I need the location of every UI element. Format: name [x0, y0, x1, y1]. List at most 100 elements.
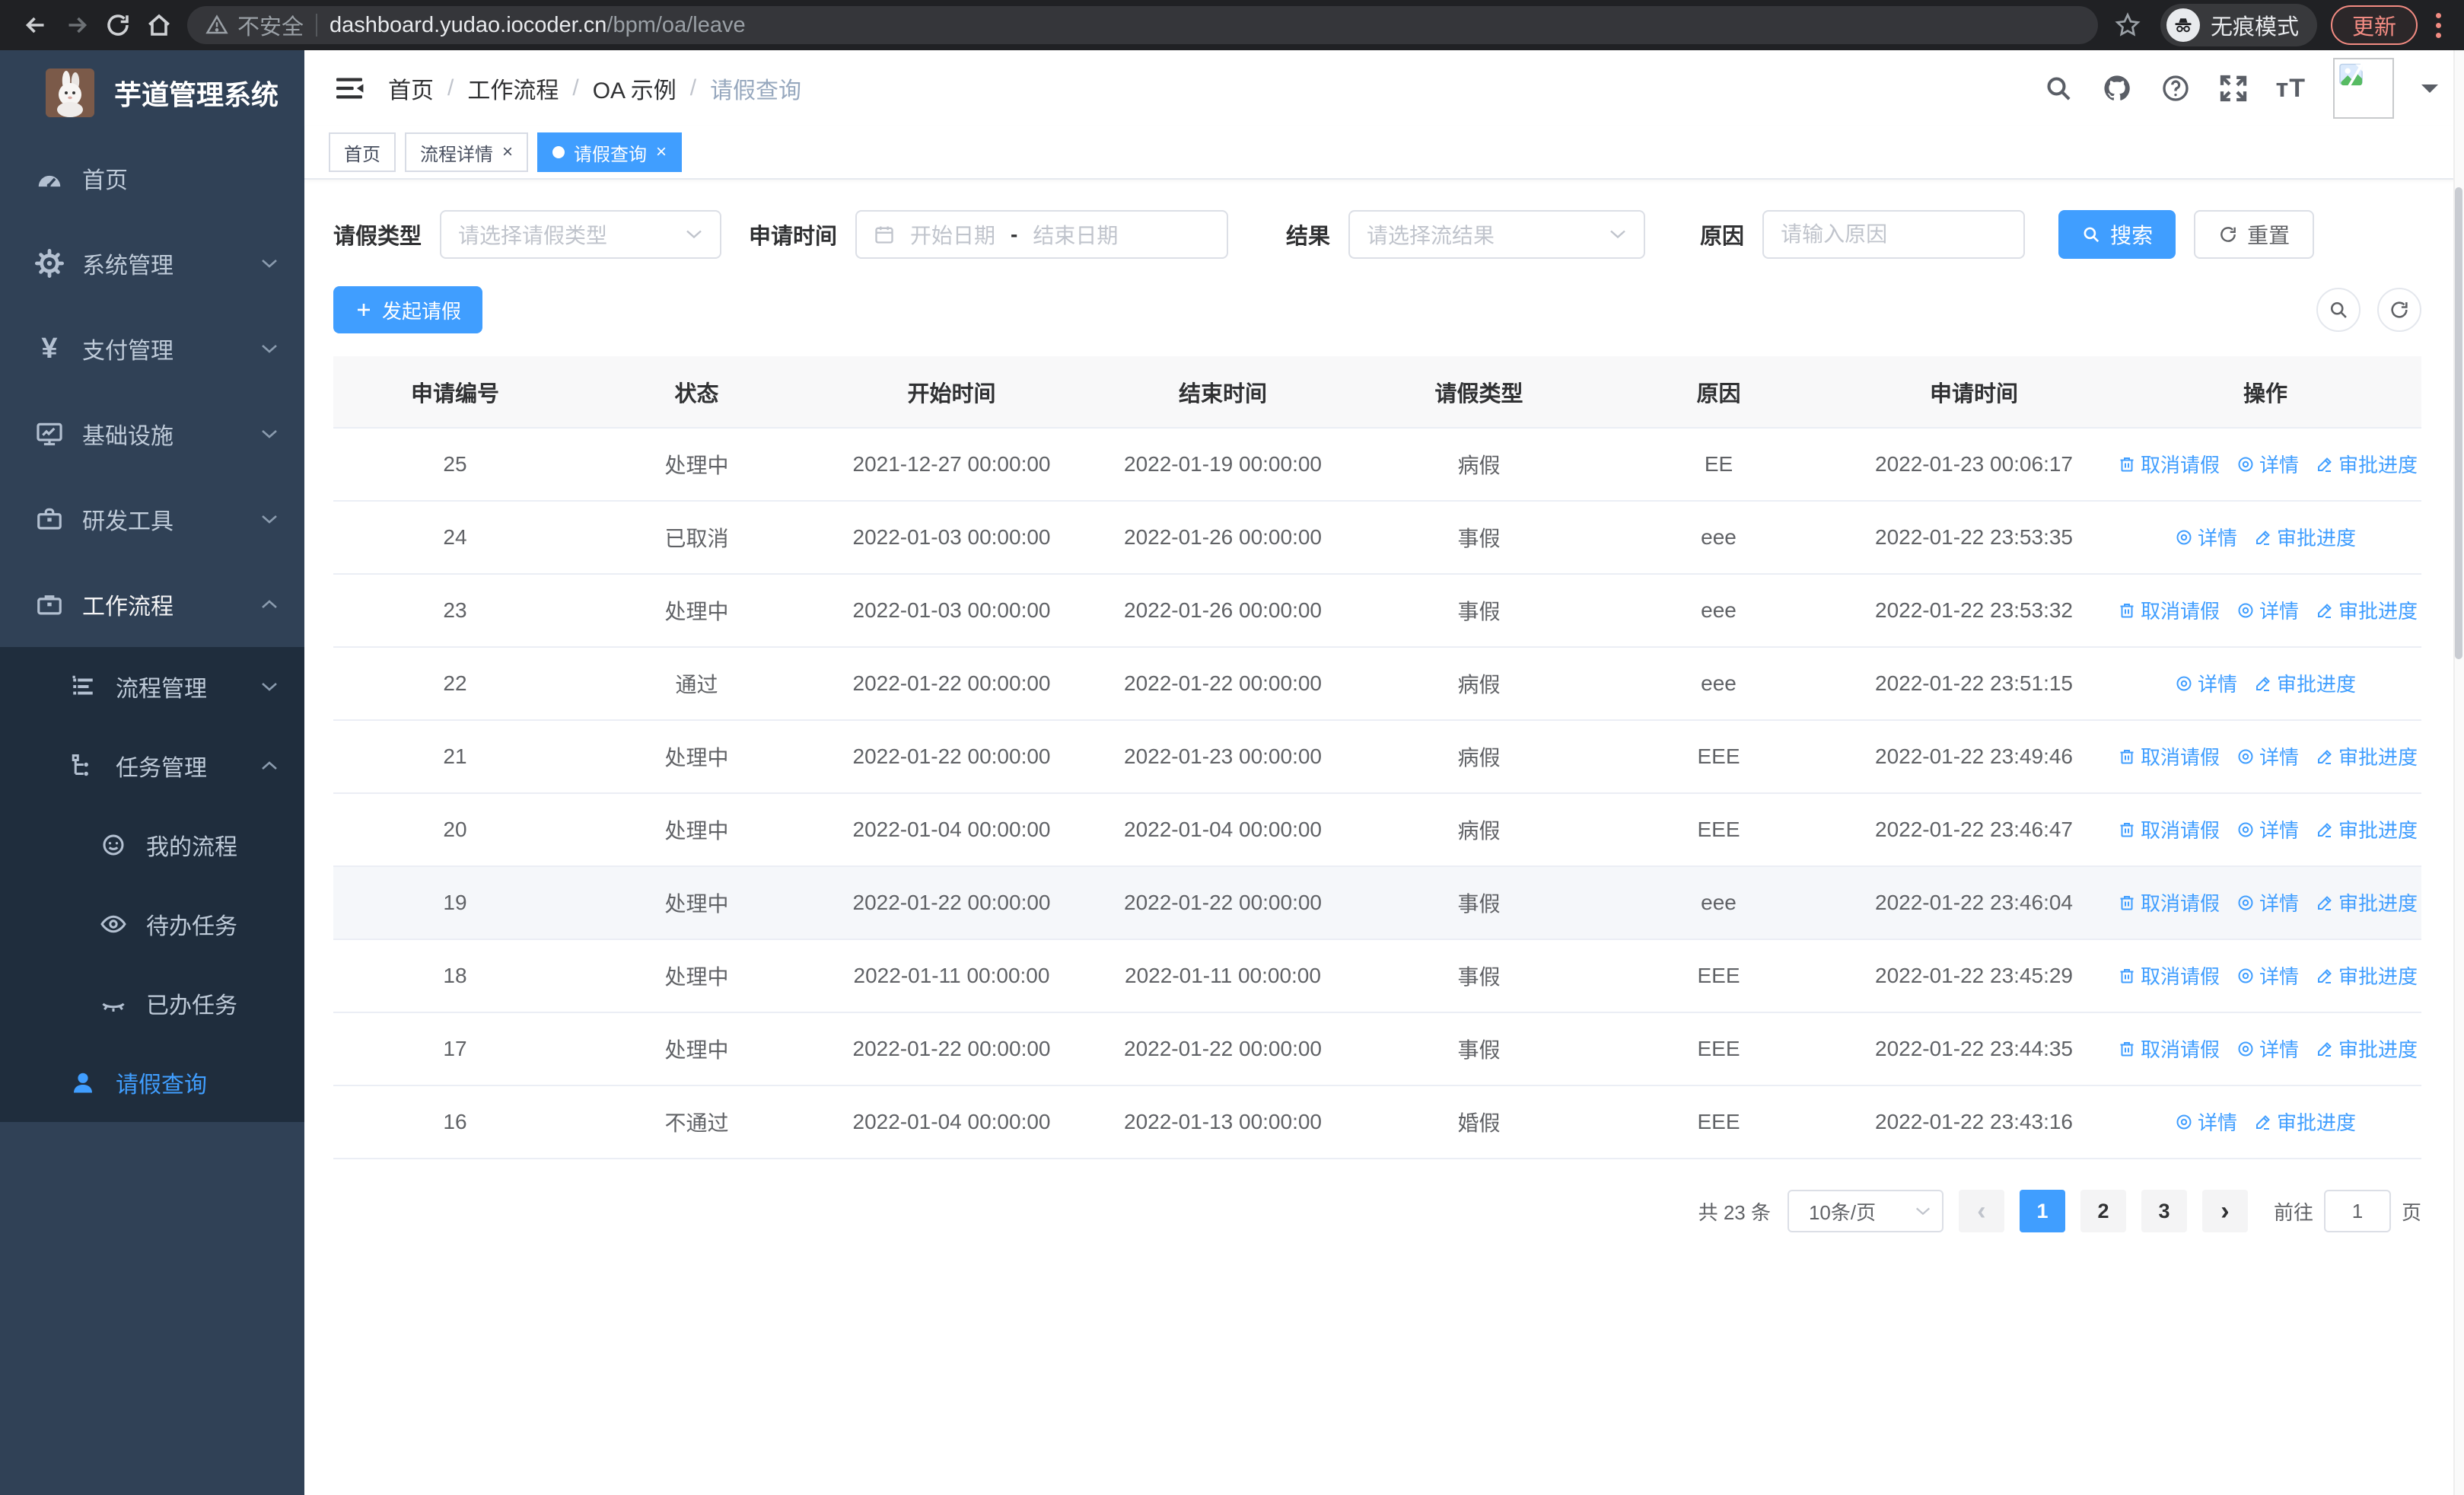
approval-progress-link[interactable]: 审批进度: [2316, 1034, 2418, 1063]
cancel-leave-link[interactable]: 取消请假: [2118, 450, 2220, 478]
sidebar-item-workflow[interactable]: 工作流程: [0, 562, 304, 647]
cell-start-time: 2022-01-22 00:00:00: [817, 647, 1087, 721]
detail-link[interactable]: 详情: [2175, 523, 2237, 551]
tab-leave-query[interactable]: 请假查询 ×: [537, 132, 683, 172]
search-icon: [2330, 301, 2347, 318]
scrollbar-track[interactable]: [2453, 50, 2464, 1495]
close-icon[interactable]: ×: [656, 143, 667, 161]
help-icon[interactable]: [2160, 73, 2191, 104]
browser-back-button[interactable]: [15, 5, 56, 46]
result-label: 结果: [1286, 225, 1331, 249]
approval-progress-link[interactable]: 审批进度: [2316, 596, 2418, 624]
cancel-leave-link[interactable]: 取消请假: [2118, 1034, 2220, 1063]
approval-progress-link[interactable]: 审批进度: [2316, 815, 2418, 843]
reason-input[interactable]: [1762, 210, 2026, 259]
tab-home[interactable]: 首页: [329, 132, 396, 172]
sidebar-item-done-tasks[interactable]: 已办任务: [0, 964, 304, 1043]
detail-link[interactable]: 详情: [2236, 596, 2299, 624]
avatar-caret-icon: [2421, 84, 2438, 101]
bookmark-star-button[interactable]: [2109, 11, 2147, 39]
breadcrumb-item[interactable]: OA 示例: [593, 72, 676, 105]
detail-link[interactable]: 详情: [2236, 961, 2299, 990]
cancel-leave-link[interactable]: 取消请假: [2118, 888, 2220, 916]
address-bar[interactable]: 不安全 dashboard.yudao.iocoder.cn /bpm/oa/l…: [187, 6, 2098, 44]
sidebar-item-home[interactable]: 首页: [0, 135, 304, 221]
progress-icon: [2316, 821, 2334, 839]
cancel-leave-link[interactable]: 取消请假: [2118, 596, 2220, 624]
approval-progress-link[interactable]: 审批进度: [2316, 888, 2418, 916]
search-icon[interactable]: [2043, 73, 2074, 104]
search-icon: [2084, 227, 2099, 243]
approval-progress-link[interactable]: 审批进度: [2254, 669, 2356, 697]
page-button-3[interactable]: 3: [2141, 1190, 2187, 1232]
detail-link[interactable]: 详情: [2236, 1034, 2299, 1063]
goto-page-input[interactable]: [2323, 1190, 2391, 1232]
plus-icon: [358, 304, 370, 316]
browser-forward-button[interactable]: [56, 5, 97, 46]
detail-link[interactable]: 详情: [2175, 1108, 2237, 1136]
sidebar-item-leave-query[interactable]: 请假查询: [0, 1043, 304, 1122]
approval-progress-link[interactable]: 审批进度: [2254, 1108, 2356, 1136]
sidebar-item-task-management[interactable]: 任务管理: [0, 726, 304, 805]
sidebar-item-system[interactable]: 系统管理: [0, 221, 304, 306]
approval-progress-link[interactable]: 审批进度: [2316, 742, 2418, 770]
approval-progress-link[interactable]: 审批进度: [2254, 523, 2356, 551]
github-icon[interactable]: [2101, 72, 2133, 104]
fullscreen-icon[interactable]: [2218, 73, 2249, 104]
sidebar-item-process-management[interactable]: 流程管理: [0, 647, 304, 726]
yen-icon: ¥: [41, 333, 58, 365]
sidebar-item-devtools[interactable]: 研发工具: [0, 477, 304, 562]
sidebar-item-payment[interactable]: ¥ 支付管理: [0, 306, 304, 391]
cell-end-time: 2022-01-22 00:00:00: [1087, 1012, 1359, 1086]
detail-icon: [2236, 894, 2255, 912]
cancel-leave-link[interactable]: 取消请假: [2118, 961, 2220, 990]
reset-button[interactable]: 重置: [2194, 210, 2315, 259]
search-button[interactable]: 搜索: [2058, 210, 2176, 259]
hamburger-icon[interactable]: [330, 69, 368, 107]
cell-apply-id: 16: [333, 1085, 577, 1159]
sidebar-item-my-process[interactable]: 我的流程: [0, 805, 304, 885]
cell-status: 处理中: [577, 428, 817, 502]
breadcrumb-item[interactable]: 首页: [388, 72, 434, 105]
detail-link[interactable]: 详情: [2236, 815, 2299, 843]
sidebar-item-todo-tasks[interactable]: 待办任务: [0, 885, 304, 964]
detail-link[interactable]: 详情: [2236, 450, 2299, 478]
cell-apply-id: 23: [333, 574, 577, 648]
cancel-leave-link[interactable]: 取消请假: [2118, 815, 2220, 843]
detail-link[interactable]: 详情: [2236, 742, 2299, 770]
leave-type-select[interactable]: 请选择请假类型: [440, 210, 722, 259]
monitor-icon: [33, 419, 65, 448]
avatar[interactable]: [2333, 58, 2394, 119]
cell-leave-type: 事假: [1359, 939, 1599, 1013]
approval-progress-link[interactable]: 审批进度: [2316, 450, 2418, 478]
table-refresh-button[interactable]: [2377, 288, 2421, 332]
browser-menu-icon[interactable]: [2428, 12, 2449, 38]
font-size-icon[interactable]: тT: [2276, 74, 2306, 104]
breadcrumb-item[interactable]: 工作流程: [467, 72, 559, 105]
page-button-1[interactable]: 1: [2019, 1190, 2065, 1232]
page-button-2[interactable]: 2: [2080, 1190, 2126, 1232]
cell-start-time: 2022-01-04 00:00:00: [817, 1085, 1087, 1159]
detail-icon: [2175, 1113, 2193, 1131]
result-select[interactable]: 请选择流结果: [1348, 210, 1646, 259]
browser-reload-button[interactable]: [97, 5, 138, 46]
actions-cell: 详情 审批进度: [2109, 1085, 2421, 1159]
scrollbar-thumb[interactable]: [2455, 187, 2462, 659]
detail-link[interactable]: 详情: [2236, 888, 2299, 916]
create-leave-button[interactable]: 发起请假: [333, 286, 483, 333]
cancel-leave-link[interactable]: 取消请假: [2118, 742, 2220, 770]
approval-progress-link[interactable]: 审批进度: [2316, 961, 2418, 990]
sidebar-item-infrastructure[interactable]: 基础设施: [0, 391, 304, 477]
apply-time-range-picker[interactable]: 开始日期 - 结束日期: [855, 210, 1229, 259]
prev-page-button[interactable]: ‹: [1958, 1190, 2004, 1232]
next-page-button[interactable]: ›: [2201, 1190, 2248, 1232]
cell-status: 处理中: [577, 939, 817, 1013]
tab-process-detail[interactable]: 流程详情 ×: [405, 132, 529, 172]
close-icon[interactable]: ×: [502, 143, 513, 161]
cell-apply-time: 2022-01-22 23:46:04: [1838, 866, 2109, 940]
page-size-select[interactable]: 10条/页: [1787, 1190, 1944, 1232]
detail-link[interactable]: 详情: [2175, 669, 2237, 697]
table-search-toggle-button[interactable]: [2316, 288, 2361, 332]
browser-home-button[interactable]: [138, 5, 180, 46]
browser-update-button[interactable]: 更新: [2330, 5, 2418, 45]
